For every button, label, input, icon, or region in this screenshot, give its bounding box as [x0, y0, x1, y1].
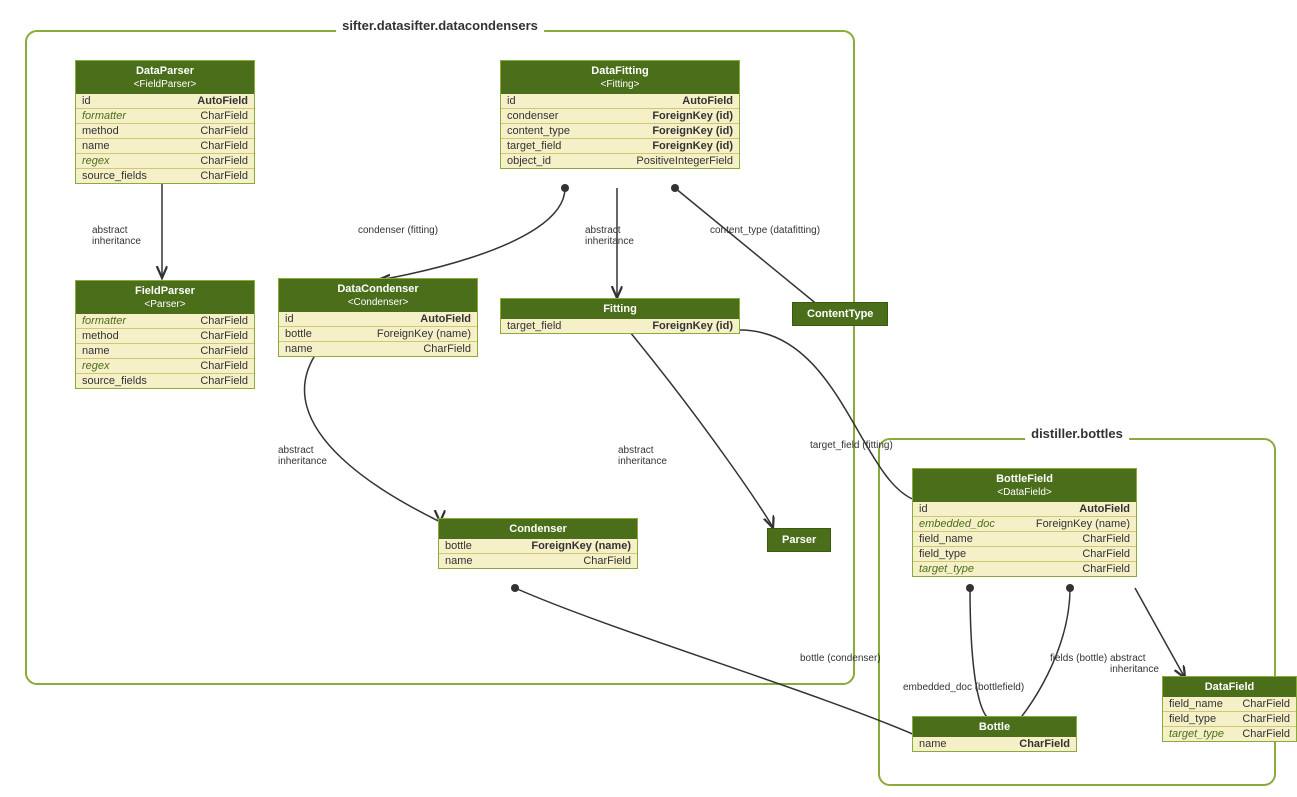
condenser-header: Condenser [439, 519, 637, 539]
table-row: regex CharField [76, 358, 254, 373]
model-bottlefield: BottleField <DataField> id AutoField emb… [912, 468, 1137, 577]
table-row: id AutoField [76, 94, 254, 108]
label-abstract-inheritance-3: abstractinheritance [278, 445, 327, 467]
model-fieldparser: FieldParser <Parser> formatter CharField… [75, 280, 255, 389]
label-target-field-fitting: target_field (fitting) [810, 440, 893, 451]
table-row: name CharField [439, 553, 637, 568]
table-row: target_field ForeignKey (id) [501, 138, 739, 153]
fitting-title: Fitting [509, 302, 731, 316]
model-bottle: Bottle name CharField [912, 716, 1077, 752]
label-bottle-condenser: bottle (condenser) [800, 653, 881, 664]
datafitting-body: id AutoField condenser ForeignKey (id) c… [501, 94, 739, 168]
datafield-title: DataField [1171, 680, 1288, 694]
table-row: formatter CharField [76, 108, 254, 123]
main-group-label: sifter.datasifter.datacondensers [336, 18, 544, 33]
fieldparser-header: FieldParser <Parser> [76, 281, 254, 314]
datafitting-meta: <Fitting> [509, 78, 731, 91]
bottle-body: name CharField [913, 737, 1076, 751]
label-content-type-df: content_type (datafitting) [710, 225, 820, 236]
distiller-group-label: distiller.bottles [1025, 426, 1129, 441]
table-row: name CharField [76, 343, 254, 358]
table-row: target_type CharField [913, 561, 1136, 576]
datacondenser-body: id AutoField bottle ForeignKey (name) na… [279, 312, 477, 356]
condenser-title: Condenser [447, 522, 629, 536]
table-row: method CharField [76, 328, 254, 343]
table-row: name CharField [279, 341, 477, 356]
table-row: field_name CharField [913, 531, 1136, 546]
datacondenser-meta: <Condenser> [287, 296, 469, 309]
contenttype-label: ContentType [807, 308, 873, 320]
bottlefield-meta: <DataField> [921, 486, 1128, 499]
dataparser-meta: <FieldParser> [84, 78, 246, 91]
bottle-header: Bottle [913, 717, 1076, 737]
table-row: object_id PositiveIntegerField [501, 153, 739, 168]
label-abstract-inheritance-5: abstractinheritance [1110, 653, 1159, 675]
table-row: id AutoField [913, 502, 1136, 516]
bottlefield-body: id AutoField embedded_doc ForeignKey (na… [913, 502, 1136, 576]
table-row: condenser ForeignKey (id) [501, 108, 739, 123]
model-datafitting: DataFitting <Fitting> id AutoField conde… [500, 60, 740, 169]
label-abstract-inheritance-4: abstractinheritance [618, 445, 667, 467]
label-abstract-inheritance-2: abstractinheritance [585, 225, 634, 247]
table-row: formatter CharField [76, 314, 254, 328]
model-datacondenser: DataCondenser <Condenser> id AutoField b… [278, 278, 478, 357]
table-row: id AutoField [279, 312, 477, 326]
model-dataparser: DataParser <FieldParser> id AutoField fo… [75, 60, 255, 184]
datafitting-title: DataFitting [509, 64, 731, 78]
table-row: source_fields CharField [76, 168, 254, 183]
table-row: id AutoField [501, 94, 739, 108]
table-row: bottle ForeignKey (name) [279, 326, 477, 341]
condenser-body: bottle ForeignKey (name) name CharField [439, 539, 637, 568]
fitting-body: target_field ForeignKey (id) [501, 319, 739, 333]
label-abstract-inheritance-1: abstractinheritance [92, 225, 141, 247]
datafield-body: field_name CharField field_type CharFiel… [1163, 697, 1296, 741]
table-row: source_fields CharField [76, 373, 254, 388]
bottlefield-title: BottleField [921, 472, 1128, 486]
fitting-header: Fitting [501, 299, 739, 319]
datafield-header: DataField [1163, 677, 1296, 697]
datacondenser-header: DataCondenser <Condenser> [279, 279, 477, 312]
diagram-container: sifter.datasifter.datacondensers distill… [10, 10, 1287, 787]
label-embedded-doc-bottlefield: embedded_doc (bottlefield) [903, 682, 1024, 693]
table-row: name CharField [76, 138, 254, 153]
dataparser-header: DataParser <FieldParser> [76, 61, 254, 94]
datafitting-header: DataFitting <Fitting> [501, 61, 739, 94]
table-row: field_name CharField [1163, 697, 1296, 711]
table-row: field_type CharField [1163, 711, 1296, 726]
fieldparser-meta: <Parser> [84, 298, 246, 311]
table-row: regex CharField [76, 153, 254, 168]
parser-label: Parser [782, 534, 816, 546]
entity-parser: Parser [767, 528, 831, 552]
fieldparser-body: formatter CharField method CharField nam… [76, 314, 254, 388]
label-fields-bottle: fields (bottle) [1050, 653, 1107, 664]
table-row: content_type ForeignKey (id) [501, 123, 739, 138]
table-row: embedded_doc ForeignKey (name) [913, 516, 1136, 531]
table-row: field_type CharField [913, 546, 1136, 561]
table-row: bottle ForeignKey (name) [439, 539, 637, 553]
label-condenser-fitting: condenser (fitting) [358, 225, 438, 236]
dataparser-body: id AutoField formatter CharField method … [76, 94, 254, 183]
table-row: target_field ForeignKey (id) [501, 319, 739, 333]
datacondenser-title: DataCondenser [287, 282, 469, 296]
model-condenser: Condenser bottle ForeignKey (name) name … [438, 518, 638, 569]
fieldparser-title: FieldParser [84, 284, 246, 298]
entity-contenttype: ContentType [792, 302, 888, 326]
table-row: name CharField [913, 737, 1076, 751]
bottle-title: Bottle [921, 720, 1068, 734]
model-fitting: Fitting target_field ForeignKey (id) [500, 298, 740, 334]
table-row: target_type CharField [1163, 726, 1296, 741]
table-row: method CharField [76, 123, 254, 138]
dataparser-title: DataParser [84, 64, 246, 78]
bottlefield-header: BottleField <DataField> [913, 469, 1136, 502]
model-datafield: DataField field_name CharField field_typ… [1162, 676, 1297, 742]
